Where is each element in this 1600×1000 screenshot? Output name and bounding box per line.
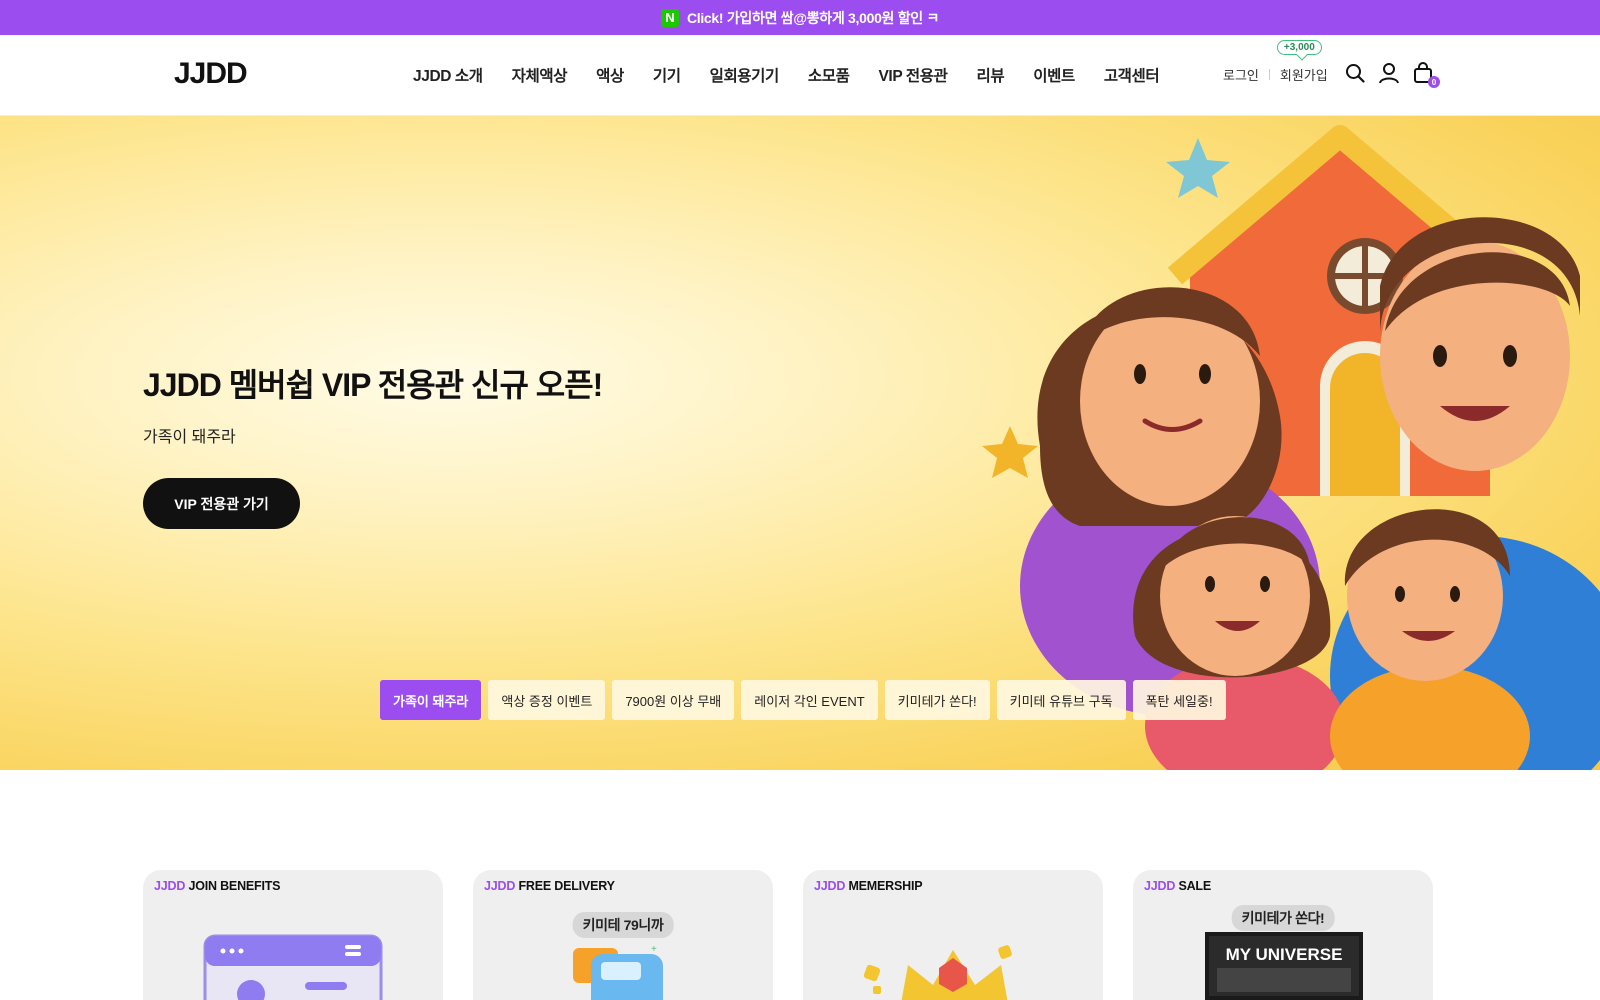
nav-item-own-liquid[interactable]: 자체액상 [512, 64, 568, 86]
join-wrap: +3,000 회원가입 [1276, 40, 1328, 84]
join-link[interactable]: 회원가입 [1280, 68, 1328, 83]
card-join-benefits[interactable]: JJDD JOIN BENEFITS [143, 870, 443, 1000]
nav-item-vip[interactable]: VIP 전용관 [878, 64, 947, 86]
hero-tag[interactable]: 7900원 이상 무배 [612, 680, 735, 720]
promo-text[interactable]: Click! 가입하면 쌈@뽕하게 3,000원 할인 ㅋ [687, 8, 939, 28]
hero-tag[interactable]: 폭탄 세일중! [1132, 680, 1226, 720]
search-icon[interactable] [1344, 62, 1366, 84]
site-header: JJDD JJDD 소개 자체액상 액상 기기 일회용기기 소모품 VIP 전용… [0, 35, 1600, 116]
hero-tag[interactable]: 키미테 유튜브 구독 [996, 680, 1126, 720]
svg-text:+: + [651, 944, 657, 955]
naver-icon: N [660, 8, 679, 27]
nav-item-device[interactable]: 기기 [653, 64, 681, 86]
nav-item-consumables[interactable]: 소모품 [808, 64, 850, 86]
blue-star-decoration [1166, 138, 1230, 198]
nav-item-liquid[interactable]: 액상 [596, 64, 624, 86]
site-logo[interactable]: JJDD [174, 57, 248, 91]
header-icons: 0 [1344, 62, 1440, 88]
cart-count-badge: 0 [1428, 76, 1440, 88]
delivery-truck-icon: + [573, 944, 663, 1000]
account-links: 로그인 +3,000 회원가입 [1223, 40, 1328, 84]
card-membership[interactable]: JJDD MEMERSHIP [803, 870, 1103, 1000]
hero-tag[interactable]: 액상 증정 이벤트 [488, 680, 606, 720]
join-bonus-badge: +3,000 [1276, 40, 1322, 55]
card-label: JJDD JOIN BENEFITS [154, 879, 281, 893]
divider [1268, 69, 1270, 80]
card-sale[interactable]: JJDD SALE 키미테가 쏜다! MY UNIVERSE [1133, 870, 1433, 1000]
main-nav: JJDD 소개 자체액상 액상 기기 일회용기기 소모품 VIP 전용관 리뷰 … [413, 64, 1160, 86]
nav-item-support[interactable]: 고객센터 [1104, 64, 1160, 86]
hero-title: JJDD 멤버쉽 VIP 전용관 신규 오픈! [143, 367, 603, 403]
hero-subtitle: 가족이 돼주라 [143, 429, 236, 446]
card-free-delivery[interactable]: JJDD FREE DELIVERY 키미테 79니까 + [473, 870, 773, 1000]
hero-tag[interactable]: 가족이 돼주라 [380, 680, 482, 720]
card-art-text: MY UNIVERSE [1226, 945, 1343, 964]
cart-icon[interactable]: 0 [1412, 62, 1440, 88]
user-icon[interactable] [1378, 62, 1400, 84]
hero-tag[interactable]: 레이저 각인 EVENT [741, 680, 878, 720]
hero-tag[interactable]: 키미테가 쏜다! [884, 680, 990, 720]
crown-icon [863, 945, 1012, 1000]
card-label: JJDD SALE [1144, 879, 1211, 893]
card-label: JJDD MEMERSHIP [814, 879, 923, 893]
family-illustration [982, 125, 1600, 770]
nav-item-about[interactable]: JJDD 소개 [413, 64, 483, 86]
card-pill: 키미테가 쏜다! [1231, 905, 1335, 931]
product-box-image: MY UNIVERSE [1205, 932, 1363, 1000]
profile-card-icon [203, 934, 383, 1000]
hero-tag-list: 가족이 돼주라 액상 증정 이벤트 7900원 이상 무배 레이저 각인 EVE… [380, 680, 1226, 720]
hero-banner: JJDD 멤버쉽 VIP 전용관 신규 오픈! 가족이 돼주라 VIP 전용관 … [0, 116, 1600, 770]
nav-item-event[interactable]: 이벤트 [1033, 64, 1075, 86]
nav-item-disposable[interactable]: 일회용기기 [710, 64, 780, 86]
login-link[interactable]: 로그인 [1223, 65, 1259, 84]
promo-bar[interactable]: N Click! 가입하면 쌈@뽕하게 3,000원 할인 ㅋ [0, 0, 1600, 35]
gold-star-decoration [982, 426, 1038, 478]
benefit-cards: JJDD JOIN BENEFITS JJDD FREE DELIVERY 키미… [143, 870, 1433, 1000]
vip-button[interactable]: VIP 전용관 가기 [143, 478, 300, 529]
nav-item-review[interactable]: 리뷰 [976, 64, 1004, 86]
card-label: JJDD FREE DELIVERY [484, 879, 615, 893]
